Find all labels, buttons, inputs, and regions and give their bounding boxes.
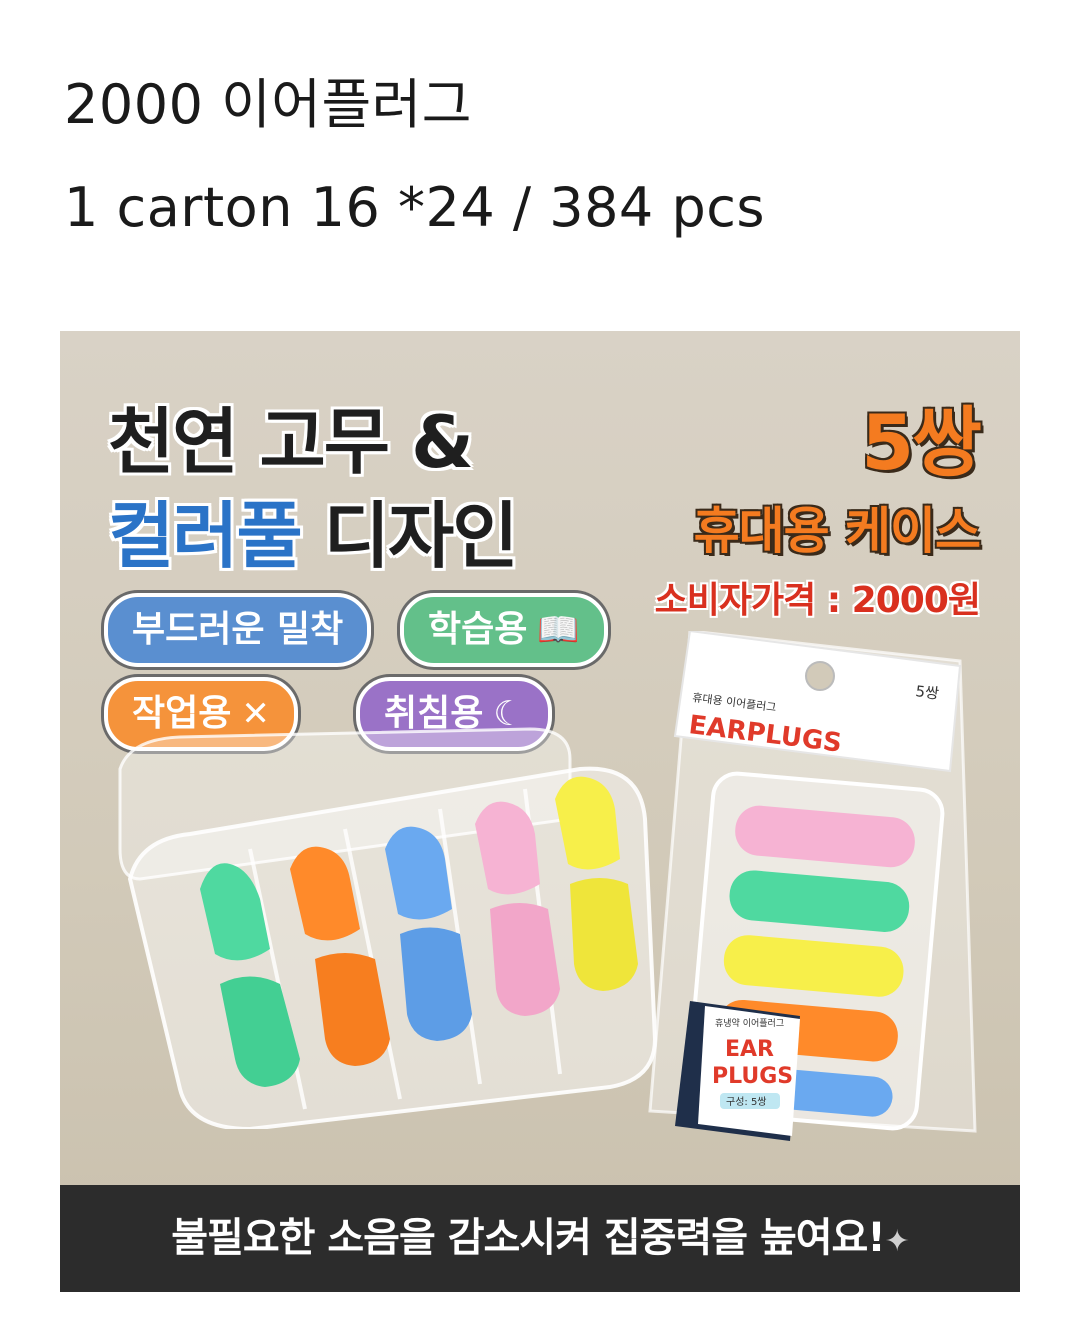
sticker-composition: 구성: 5쌍 xyxy=(726,1096,767,1108)
sticker-brand-bottom: PLUGS xyxy=(712,1064,793,1089)
packaged-case-illustration: 5쌍 휴대용 이어플러그 EARPLUGS 휴냉약 이어플러그 EAR PLUG… xyxy=(648,631,977,1141)
headline-colorful: 컬러풀 xyxy=(108,494,303,578)
case-label: 휴대용 케이스 xyxy=(693,502,981,560)
sticker-maker: 휴냉약 이어플러그 xyxy=(715,1017,784,1029)
bottom-caption-bar: 불필요한 소음을 감소시켜 집중력을 높여요!✦ xyxy=(60,1185,1020,1292)
headline-design: 디자인 xyxy=(300,494,519,578)
post-title: 2000 이어플러그 xyxy=(64,73,472,136)
headline-line2: 컬러풀 디자인 xyxy=(108,477,519,582)
sparkle-icon: ✦ xyxy=(884,1224,910,1259)
case-sticker: 휴냉약 이어플러그 EAR PLUGS 구성: 5쌍 xyxy=(675,1001,800,1141)
bottom-caption: 불필요한 소음을 감소시켜 집중력을 높여요! xyxy=(171,1215,885,1261)
post: 2000 이어플러그 1 carton 16 *24 / 384 pcs 천연 … xyxy=(0,0,1080,1339)
headline-line1: 천연 고무 & xyxy=(108,400,474,484)
package-count: 5쌍 xyxy=(915,682,941,703)
open-case-illustration xyxy=(118,727,658,1129)
pill-study: 학습용 📖 xyxy=(400,593,608,667)
book-icon: 📖 xyxy=(537,610,580,650)
pill-study-label: 학습용 xyxy=(428,609,528,650)
pairs-count: 5쌍 xyxy=(861,398,982,487)
retail-price: 소비자가격 : 2000원 xyxy=(654,580,981,621)
pill-soft-fit: 부드러운 밀착 xyxy=(104,593,372,667)
product-image[interactable]: 천연 고무 & 컬러풀 디자인 5쌍 휴대용 케이스 소비자가격 : 2000원… xyxy=(60,331,1020,1292)
pill-soft-fit-label: 부드러운 밀착 xyxy=(132,609,344,650)
post-detail: 1 carton 16 *24 / 384 pcs xyxy=(64,176,766,239)
sticker-brand-top: EAR xyxy=(725,1037,774,1062)
